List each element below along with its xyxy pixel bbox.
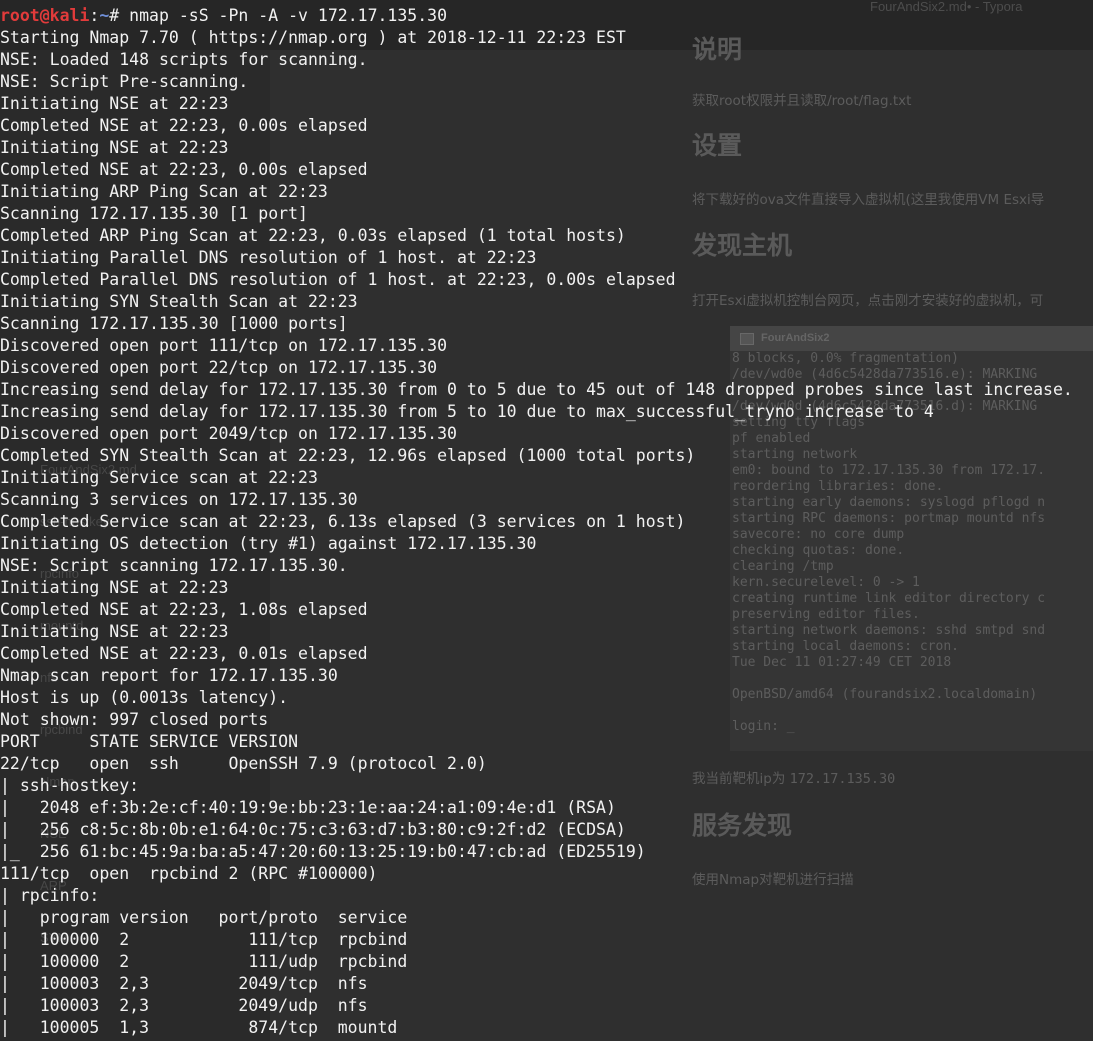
terminal-line: Completed NSE at 22:23, 1.08s elapsed (0, 600, 368, 619)
terminal-line: Increasing send delay for 172.17.135.30 … (0, 402, 934, 421)
terminal-line: Completed Parallel DNS resolution of 1 h… (0, 270, 676, 289)
terminal-line: Initiating NSE at 22:23 (0, 578, 229, 597)
terminal-line: Initiating Service scan at 22:23 (0, 468, 318, 487)
terminal-line: | 100005 1,3 874/tcp mountd (0, 1018, 398, 1037)
terminal-line: |_ 256 61:bc:45:9a:ba:a5:47:20:60:13:25:… (0, 842, 646, 861)
terminal-line: Host is up (0.0013s latency). (0, 688, 289, 707)
terminal-line: PORT STATE SERVICE VERSION (0, 732, 299, 751)
terminal-line: | 100003 2,3 2049/udp nfs (0, 996, 368, 1015)
terminal-line: | 100000 2 111/udp rpcbind (0, 952, 408, 971)
terminal-line: NSE: Script Pre-scanning. (0, 72, 249, 91)
terminal-line: | 256 c8:5c:8b:0b:e1:64:0c:75:c3:63:d7:b… (0, 820, 626, 839)
terminal-line: Increasing send delay for 172.17.135.30 … (0, 380, 1073, 399)
terminal-line: Not shown: 997 closed ports (0, 710, 269, 729)
terminal-prompt-line: root@kali:~# nmap -sS -Pn -A -v 172.17.1… (0, 5, 1073, 27)
terminal-window[interactable]: root@kali:~# nmap -sS -Pn -A -v 172.17.1… (0, 0, 1093, 1041)
terminal-line: NSE: Loaded 148 scripts for scanning. (0, 50, 368, 69)
terminal-output: root@kali:~# nmap -sS -Pn -A -v 172.17.1… (0, 5, 1073, 1039)
terminal-line: Discovered open port 111/tcp on 172.17.1… (0, 336, 448, 355)
prompt-path: ~ (99, 6, 110, 25)
terminal-line: Nmap scan report for 172.17.135.30 (0, 666, 338, 685)
terminal-line: | 2048 ef:3b:2e:cf:40:19:9e:bb:23:1e:aa:… (0, 798, 616, 817)
terminal-line: | 100000 2 111/tcp rpcbind (0, 930, 408, 949)
terminal-line: | 100003 2,3 2049/tcp nfs (0, 974, 368, 993)
prompt-symbol: # (109, 6, 130, 25)
terminal-line: Scanning 3 services on 172.17.135.30 (0, 490, 358, 509)
prompt-separator: : (89, 6, 100, 25)
terminal-line: Completed ARP Ping Scan at 22:23, 0.03s … (0, 226, 626, 245)
terminal-line: Initiating ARP Ping Scan at 22:23 (0, 182, 328, 201)
terminal-line: Completed SYN Stealth Scan at 22:23, 12.… (0, 446, 696, 465)
terminal-command: nmap -sS -Pn -A -v 172.17.135.30 (129, 6, 448, 25)
terminal-line: | rpcinfo: (0, 886, 110, 905)
terminal-line: Initiating NSE at 22:23 (0, 138, 229, 157)
terminal-line: Completed NSE at 22:23, 0.00s elapsed (0, 160, 368, 179)
terminal-line: Starting Nmap 7.70 ( https://nmap.org ) … (0, 28, 626, 47)
prompt-user-host: root@kali (0, 6, 90, 25)
terminal-line: Completed NSE at 22:23, 0.00s elapsed (0, 116, 368, 135)
terminal-line: NSE: Script scanning 172.17.135.30. (0, 556, 348, 575)
terminal-line: 111/tcp open rpcbind 2 (RPC #100000) (0, 864, 378, 883)
terminal-line: 22/tcp open ssh OpenSSH 7.9 (protocol 2.… (0, 754, 487, 773)
terminal-line: Scanning 172.17.135.30 [1000 ports] (0, 314, 348, 333)
terminal-line: Initiating Parallel DNS resolution of 1 … (0, 248, 537, 267)
terminal-line: Initiating NSE at 22:23 (0, 94, 229, 113)
terminal-line: | program version port/proto service (0, 908, 408, 927)
terminal-line: | ssh-hostkey: (0, 776, 150, 795)
terminal-line: Initiating OS detection (try #1) against… (0, 534, 537, 553)
terminal-line: Completed NSE at 22:23, 0.01s elapsed (0, 644, 368, 663)
terminal-line: Initiating SYN Stealth Scan at 22:23 (0, 292, 358, 311)
terminal-line: Discovered open port 2049/tcp on 172.17.… (0, 424, 457, 443)
terminal-line: Initiating NSE at 22:23 (0, 622, 229, 641)
terminal-line: Completed Service scan at 22:23, 6.13s e… (0, 512, 686, 531)
terminal-line: Scanning 172.17.135.30 [1 port] (0, 204, 308, 223)
terminal-line: Discovered open port 22/tcp on 172.17.13… (0, 358, 438, 377)
